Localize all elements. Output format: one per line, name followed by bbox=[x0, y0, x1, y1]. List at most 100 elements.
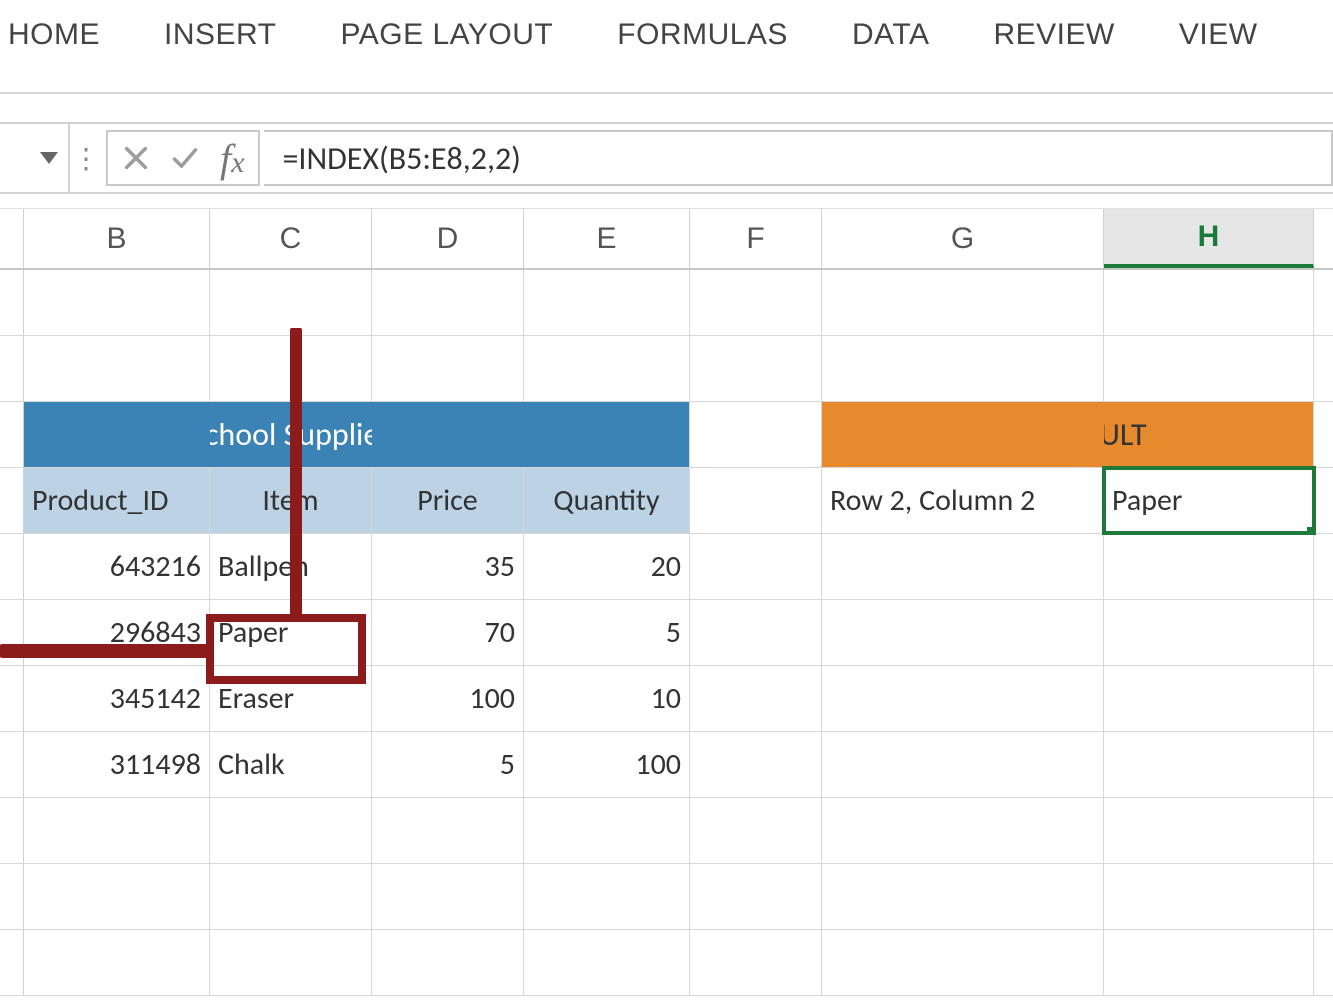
cell[interactable] bbox=[1104, 732, 1314, 797]
th-quantity[interactable]: Quantity bbox=[524, 468, 690, 533]
cell[interactable] bbox=[690, 930, 822, 995]
cell[interactable] bbox=[690, 864, 822, 929]
cell-item[interactable]: Chalk bbox=[210, 732, 372, 797]
table-row: 643216 Ballpen 35 20 bbox=[0, 534, 1333, 600]
cell[interactable] bbox=[524, 336, 690, 401]
cell[interactable] bbox=[822, 534, 1104, 599]
cell[interactable] bbox=[372, 864, 524, 929]
select-all-corner[interactable] bbox=[0, 209, 24, 268]
fx-icon[interactable]: fx bbox=[220, 135, 244, 182]
col-header-F[interactable]: F bbox=[690, 209, 822, 268]
col-header-B[interactable]: B bbox=[24, 209, 210, 268]
table-row bbox=[0, 336, 1333, 402]
col-header-G[interactable]: G bbox=[822, 209, 1104, 268]
cell[interactable] bbox=[690, 336, 822, 401]
table-row: Product_ID Item Price Quantity Row 2, Co… bbox=[0, 468, 1333, 534]
col-header-H[interactable]: H bbox=[1104, 209, 1314, 268]
cell[interactable] bbox=[822, 930, 1104, 995]
tab-home[interactable]: HOME bbox=[8, 18, 100, 52]
cell[interactable] bbox=[524, 270, 690, 335]
cancel-icon[interactable] bbox=[122, 144, 150, 172]
cell-price[interactable]: 5 bbox=[372, 732, 524, 797]
cell[interactable] bbox=[690, 666, 822, 731]
cell-product-id[interactable]: 311498 bbox=[24, 732, 210, 797]
cell[interactable] bbox=[210, 270, 372, 335]
tab-insert[interactable]: INSERT bbox=[164, 18, 276, 52]
cell[interactable] bbox=[524, 930, 690, 995]
cell[interactable] bbox=[210, 864, 372, 929]
cell[interactable] bbox=[822, 732, 1104, 797]
cell[interactable] bbox=[822, 600, 1104, 665]
cell[interactable] bbox=[210, 930, 372, 995]
cell[interactable] bbox=[24, 336, 210, 401]
cell-product-id[interactable]: 643216 bbox=[24, 534, 210, 599]
formula-bar: ⋮ fx =INDEX(B5:E8,2,2) bbox=[0, 122, 1333, 194]
cell[interactable] bbox=[24, 270, 210, 335]
cell[interactable] bbox=[1104, 798, 1314, 863]
formula-input[interactable]: =INDEX(B5:E8,2,2) bbox=[264, 130, 1333, 186]
result-label[interactable]: Row 2, Column 2 bbox=[822, 468, 1104, 533]
cell-product-id[interactable]: 345142 bbox=[24, 666, 210, 731]
cell[interactable] bbox=[1104, 270, 1314, 335]
cell[interactable] bbox=[690, 600, 822, 665]
cell[interactable] bbox=[822, 270, 1104, 335]
tab-view[interactable]: VIEW bbox=[1179, 18, 1258, 52]
dropdown-icon bbox=[40, 152, 58, 164]
table-title[interactable] bbox=[24, 402, 210, 467]
result-value-cell[interactable]: Paper bbox=[1104, 468, 1314, 533]
cell-qty[interactable]: 100 bbox=[524, 732, 690, 797]
cell[interactable] bbox=[1104, 534, 1314, 599]
cell[interactable] bbox=[24, 864, 210, 929]
name-box-dropdown[interactable] bbox=[0, 124, 70, 192]
cell[interactable] bbox=[372, 270, 524, 335]
tab-page-layout[interactable]: PAGE LAYOUT bbox=[340, 18, 553, 52]
table-row: 345142 Eraser 100 10 bbox=[0, 666, 1333, 732]
col-header-C[interactable]: C bbox=[210, 209, 372, 268]
table-row bbox=[0, 864, 1333, 930]
th-price[interactable]: Price bbox=[372, 468, 524, 533]
col-header-D[interactable]: D bbox=[372, 209, 524, 268]
table-row: School Supplies RESULT bbox=[0, 402, 1333, 468]
cell[interactable] bbox=[1104, 600, 1314, 665]
cell[interactable] bbox=[210, 798, 372, 863]
cell[interactable] bbox=[24, 798, 210, 863]
cell[interactable] bbox=[24, 930, 210, 995]
ribbon-tabs: HOME INSERT PAGE LAYOUT FORMULAS DATA RE… bbox=[0, 0, 1333, 94]
table-title[interactable] bbox=[372, 402, 524, 467]
tab-data[interactable]: DATA bbox=[852, 18, 930, 52]
cell-qty[interactable]: 5 bbox=[524, 600, 690, 665]
cell[interactable] bbox=[372, 798, 524, 863]
cell[interactable] bbox=[1104, 336, 1314, 401]
cell[interactable] bbox=[822, 864, 1104, 929]
cell[interactable] bbox=[1104, 864, 1314, 929]
cell[interactable] bbox=[372, 930, 524, 995]
annotation-line-horizontal bbox=[0, 644, 210, 658]
cell[interactable] bbox=[690, 732, 822, 797]
col-header-E[interactable]: E bbox=[524, 209, 690, 268]
tab-review[interactable]: REVIEW bbox=[994, 18, 1115, 52]
enter-icon[interactable] bbox=[168, 144, 202, 172]
cell[interactable] bbox=[690, 534, 822, 599]
cell[interactable] bbox=[690, 402, 822, 467]
cell[interactable] bbox=[524, 798, 690, 863]
cell-price[interactable]: 70 bbox=[372, 600, 524, 665]
th-product-id[interactable]: Product_ID bbox=[24, 468, 210, 533]
cell-price[interactable]: 100 bbox=[372, 666, 524, 731]
cell[interactable] bbox=[1104, 666, 1314, 731]
tab-formulas[interactable]: FORMULAS bbox=[617, 18, 788, 52]
table-title[interactable] bbox=[524, 402, 690, 467]
cell-qty[interactable]: 20 bbox=[524, 534, 690, 599]
cell[interactable] bbox=[690, 270, 822, 335]
cell[interactable] bbox=[822, 336, 1104, 401]
cell[interactable] bbox=[822, 798, 1104, 863]
cell[interactable] bbox=[822, 666, 1104, 731]
result-title[interactable]: RESULT bbox=[1104, 402, 1314, 467]
cell[interactable] bbox=[690, 468, 822, 533]
cell[interactable] bbox=[524, 864, 690, 929]
cell[interactable] bbox=[372, 336, 524, 401]
cell[interactable] bbox=[1104, 930, 1314, 995]
cell[interactable] bbox=[690, 798, 822, 863]
cell-price[interactable]: 35 bbox=[372, 534, 524, 599]
result-title[interactable] bbox=[822, 402, 1104, 467]
cell-qty[interactable]: 10 bbox=[524, 666, 690, 731]
